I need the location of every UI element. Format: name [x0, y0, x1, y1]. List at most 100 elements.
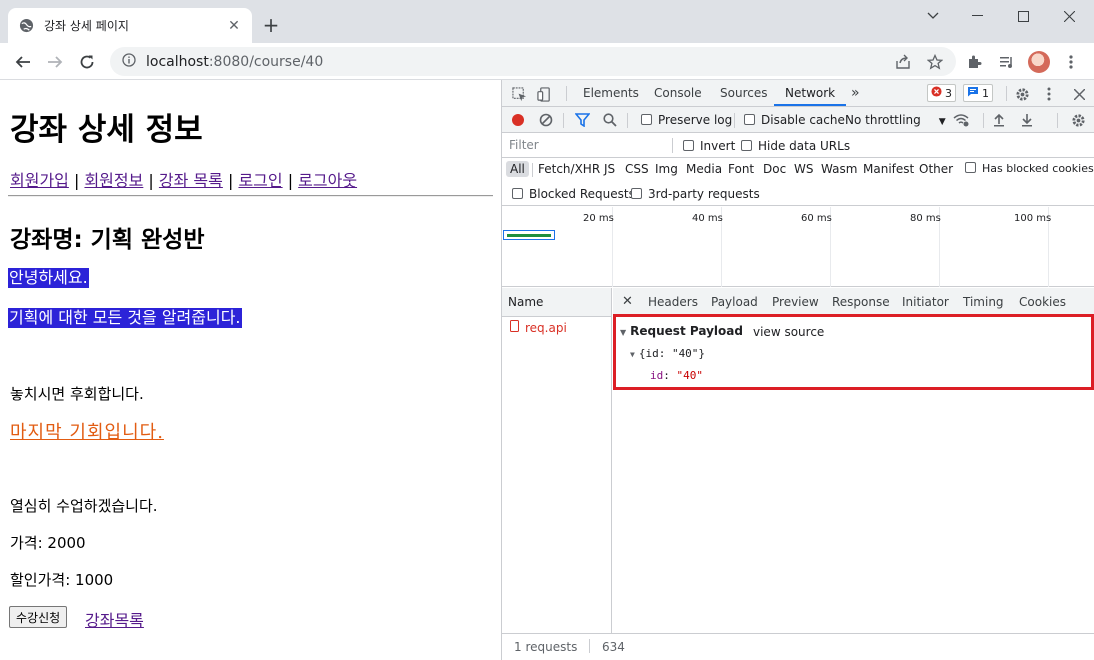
media-queue-icon[interactable]: [994, 49, 1020, 75]
network-conditions-wifi-icon[interactable]: [952, 112, 970, 128]
minimize-icon[interactable]: [954, 0, 1000, 32]
tab-strip: 강좌 상세 페이지 ✕ +: [0, 0, 1094, 43]
record-icon[interactable]: [510, 112, 526, 128]
type-wasm[interactable]: Wasm: [821, 162, 857, 176]
info-icon[interactable]: [122, 53, 136, 70]
payload-object-row[interactable]: ▼ {id: "40"}: [630, 347, 705, 360]
error-count-badge[interactable]: 3: [927, 84, 956, 102]
preserve-log-checkbox[interactable]: Preserve log: [641, 113, 732, 127]
bookmark-star-icon[interactable]: [922, 49, 948, 75]
tab-cookies[interactable]: Cookies: [1019, 288, 1066, 316]
back-arrow-icon[interactable]: [10, 49, 36, 75]
message-count-badge[interactable]: 1: [963, 84, 993, 102]
search-icon[interactable]: [602, 112, 618, 128]
nav-logout-link[interactable]: 로그아웃: [298, 171, 357, 190]
device-toolbar-icon[interactable]: [535, 85, 553, 103]
has-blocked-cookies-checkbox[interactable]: Has blocked cookies: [965, 162, 1094, 175]
address-bar[interactable]: localhost:8080/course/40: [110, 47, 956, 76]
network-toolbar: Preserve log Disable cache No throttling…: [502, 107, 1094, 133]
chevron-down-icon[interactable]: [910, 0, 956, 32]
clear-icon[interactable]: [538, 112, 554, 128]
reload-icon[interactable]: [74, 49, 100, 75]
tab-response[interactable]: Response: [832, 288, 890, 316]
hide-data-urls-checkbox[interactable]: Hide data URLs: [741, 139, 850, 153]
type-all[interactable]: All: [506, 161, 529, 177]
payload-object-summary: {id: "40"}: [638, 347, 706, 360]
filter-funnel-icon[interactable]: [574, 112, 590, 128]
network-timeline-overview[interactable]: 20 ms 40 ms 60 ms 80 ms 100 ms: [502, 207, 1094, 287]
type-fetch-xhr[interactable]: Fetch/XHR: [538, 162, 600, 176]
nav-signup-link[interactable]: 회원가입: [10, 171, 69, 190]
timeline-label-40: 40 ms: [692, 213, 723, 224]
type-other[interactable]: Other: [919, 162, 953, 176]
type-js[interactable]: JS: [604, 162, 615, 176]
status-bar: 1 requests 634: [502, 633, 1094, 660]
import-har-upload-icon[interactable]: [991, 112, 1007, 128]
devtools-panel: Elements Console Sources Network » 3 1 P…: [501, 80, 1094, 660]
type-manifest[interactable]: Manifest: [863, 162, 914, 176]
tab-headers[interactable]: Headers: [648, 288, 698, 316]
close-icon[interactable]: ✕: [226, 18, 242, 34]
timeline-label-80: 80 ms: [910, 213, 941, 224]
tab-preview[interactable]: Preview: [772, 288, 819, 316]
document-error-icon: [510, 317, 519, 339]
window-close-icon[interactable]: [1046, 0, 1092, 32]
third-party-requests-checkbox[interactable]: 3rd-party requests: [631, 187, 760, 201]
page-title: 강좌 상세 정보: [10, 112, 203, 148]
type-media[interactable]: Media: [686, 162, 722, 176]
type-img[interactable]: Img: [655, 162, 678, 176]
kebab-menu-icon[interactable]: [1058, 49, 1084, 75]
timeline-label-60: 60 ms: [801, 213, 832, 224]
tab-elements[interactable]: Elements: [583, 80, 639, 106]
type-css[interactable]: CSS: [625, 162, 649, 176]
inspect-element-icon[interactable]: [510, 85, 528, 103]
tab-timing[interactable]: Timing: [963, 288, 1004, 316]
blocked-requests-checkbox[interactable]: Blocked Requests: [512, 187, 635, 201]
tab-title: 강좌 상세 페이지: [44, 19, 129, 33]
invert-checkbox[interactable]: Invert: [683, 139, 735, 153]
network-settings-gear-icon[interactable]: [1069, 112, 1087, 128]
request-detail-panel: ✕ Headers Payload Preview Response Initi…: [613, 288, 1094, 633]
profile-avatar[interactable]: [1026, 49, 1052, 75]
enroll-button[interactable]: 수강신청: [9, 606, 68, 628]
view-source-link[interactable]: view source: [753, 325, 824, 339]
tab-payload[interactable]: Payload: [711, 288, 758, 316]
blocked-requests-label: Blocked Requests: [529, 187, 635, 201]
devtools-tab-bar: Elements Console Sources Network » 3 1: [502, 80, 1094, 107]
export-har-download-icon[interactable]: [1019, 112, 1035, 128]
extensions-puzzle-icon[interactable]: [962, 49, 988, 75]
disable-cache-checkbox[interactable]: Disable cache: [744, 113, 845, 127]
course-list-link[interactable]: 강좌목록: [85, 607, 144, 631]
devtools-menu-icon[interactable]: [1042, 85, 1056, 103]
tab-initiator[interactable]: Initiator: [902, 288, 949, 316]
request-payload-header[interactable]: ▼ Request Payload: [620, 324, 743, 338]
nav-member-info-link[interactable]: 회원정보: [84, 171, 143, 190]
error-count: 3: [945, 86, 952, 100]
browser-tab[interactable]: 강좌 상세 페이지 ✕: [8, 8, 252, 43]
nav-login-link[interactable]: 로그인: [238, 171, 282, 190]
new-tab-button[interactable]: +: [260, 13, 282, 37]
has-blocked-cookies-label: Has blocked cookies: [982, 162, 1094, 175]
nav-course-list-link[interactable]: 강좌 목록: [159, 171, 223, 190]
close-detail-icon[interactable]: ✕: [622, 288, 633, 316]
filter-input[interactable]: Filter: [507, 136, 670, 155]
tab-sources[interactable]: Sources: [720, 80, 767, 106]
settings-gear-icon[interactable]: [1013, 85, 1031, 103]
type-doc[interactable]: Doc: [763, 162, 786, 176]
share-icon[interactable]: [890, 49, 916, 75]
preserve-log-label: Preserve log: [658, 113, 733, 127]
request-list: Name req.api 1 requests 634: [502, 288, 1094, 660]
throttling-select[interactable]: No throttling ▼: [845, 113, 946, 127]
timeline-label-20: 20 ms: [583, 213, 614, 224]
maximize-icon[interactable]: [1000, 0, 1046, 32]
more-tabs-chevron-icon[interactable]: »: [851, 80, 860, 106]
forward-arrow-icon[interactable]: [42, 49, 68, 75]
tab-network[interactable]: Network: [774, 80, 847, 106]
tab-console[interactable]: Console: [654, 80, 702, 106]
close-devtools-icon[interactable]: [1070, 85, 1088, 103]
highlight-text-intro: 기획에 대한 모든 것을 알려줍니다.: [8, 308, 242, 328]
type-font[interactable]: Font: [728, 162, 754, 176]
name-column-header[interactable]: Name: [502, 288, 611, 317]
type-ws[interactable]: WS: [794, 162, 813, 176]
request-row[interactable]: req.api: [502, 317, 611, 339]
